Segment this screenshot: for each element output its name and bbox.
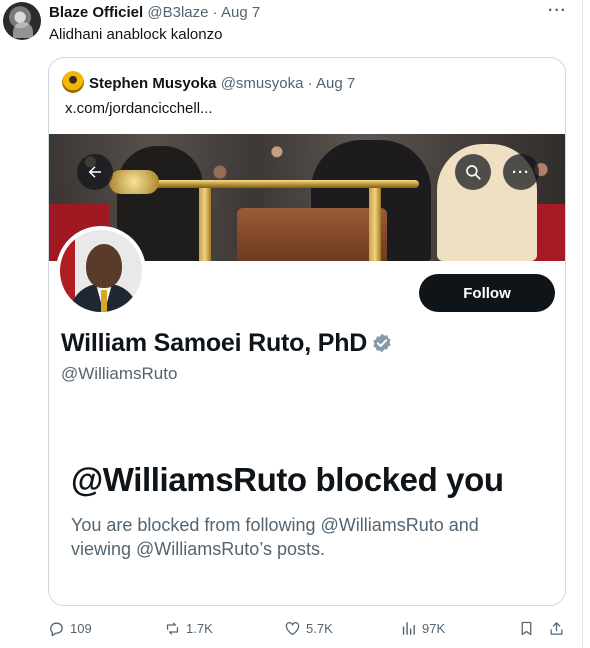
back-button[interactable] [77,154,113,190]
bookmark-button[interactable] [518,617,535,639]
like-count: 5.7K [306,620,333,636]
share-icon [550,621,563,635]
timeline-divider [582,0,583,648]
arrow-left-icon [88,166,101,178]
profile-display-name: William Samoei Ruto, PhD [61,329,393,358]
blocked-description: You are blocked from following @Williams… [71,515,479,559]
heart-icon [285,621,300,635]
banner-mace-head [109,170,159,194]
search-button[interactable] [455,154,491,190]
repost-count: 1.7K [186,620,213,636]
author-name[interactable]: Blaze Officiel [49,4,143,21]
share-button[interactable] [548,617,565,639]
banner-post [199,188,211,261]
follow-button[interactable]: Follow [419,274,555,312]
like-button[interactable]: 5.7K [284,617,333,639]
repost-button[interactable]: 1.7K [164,617,213,639]
quoted-tweet-card[interactable]: Stephen Musyoka @smusyoka · Aug 7 x.com/… [48,57,566,606]
quoted-author-handle[interactable]: @smusyoka [221,75,304,92]
blocked-title: @WilliamsRuto blocked you [71,461,504,498]
tweet-text: Alidhani anablock kalonzo [49,26,223,43]
more-horizontal-icon[interactable]: ··· [548,2,567,20]
quoted-header: Stephen Musyoka @smusyoka · Aug 7 [62,71,355,93]
author-avatar[interactable] [3,2,41,40]
quoted-date[interactable]: Aug 7 [316,75,355,92]
profile-handle: @WilliamsRuto [61,364,178,383]
header-separator: · [212,4,218,21]
tweet-date[interactable]: Aug 7 [221,4,260,21]
avatar-detail [86,244,122,288]
bookmark-icon [521,621,532,635]
avatar-detail [101,290,107,312]
quoted-separator: · [307,75,313,92]
profile-avatar[interactable] [56,226,146,316]
quoted-author-avatar[interactable] [62,71,84,93]
quoted-author-name[interactable]: Stephen Musyoka [89,75,217,92]
views-button[interactable]: 97K [400,617,445,639]
views-bar-chart-icon [402,621,415,635]
search-icon [466,165,481,180]
banner-mace [119,180,419,188]
views-count: 97K [422,620,446,636]
display-name-text: William Samoei Ruto, PhD [61,329,368,357]
verified-badge-icon [373,333,391,353]
banner-podium [237,208,387,261]
reply-count: 109 [70,620,92,636]
reply-icon [50,622,63,636]
quoted-link-text[interactable]: x.com/jordancicchell... [65,99,213,118]
profile-screenshot: ··· Follow William Samoei Ruto, PhD @Wil… [49,134,565,605]
author-handle[interactable]: @B3laze [147,4,208,21]
tweet-header: Blaze Officiel @B3laze · Aug 7 [49,3,260,22]
banner-post [369,188,381,261]
more-horizontal-icon[interactable]: ··· [503,154,539,190]
repost-icon [166,622,179,634]
tweet-actions: 109 1.7K 5.7K 97K [48,617,578,639]
reply-button[interactable]: 109 [48,617,92,639]
